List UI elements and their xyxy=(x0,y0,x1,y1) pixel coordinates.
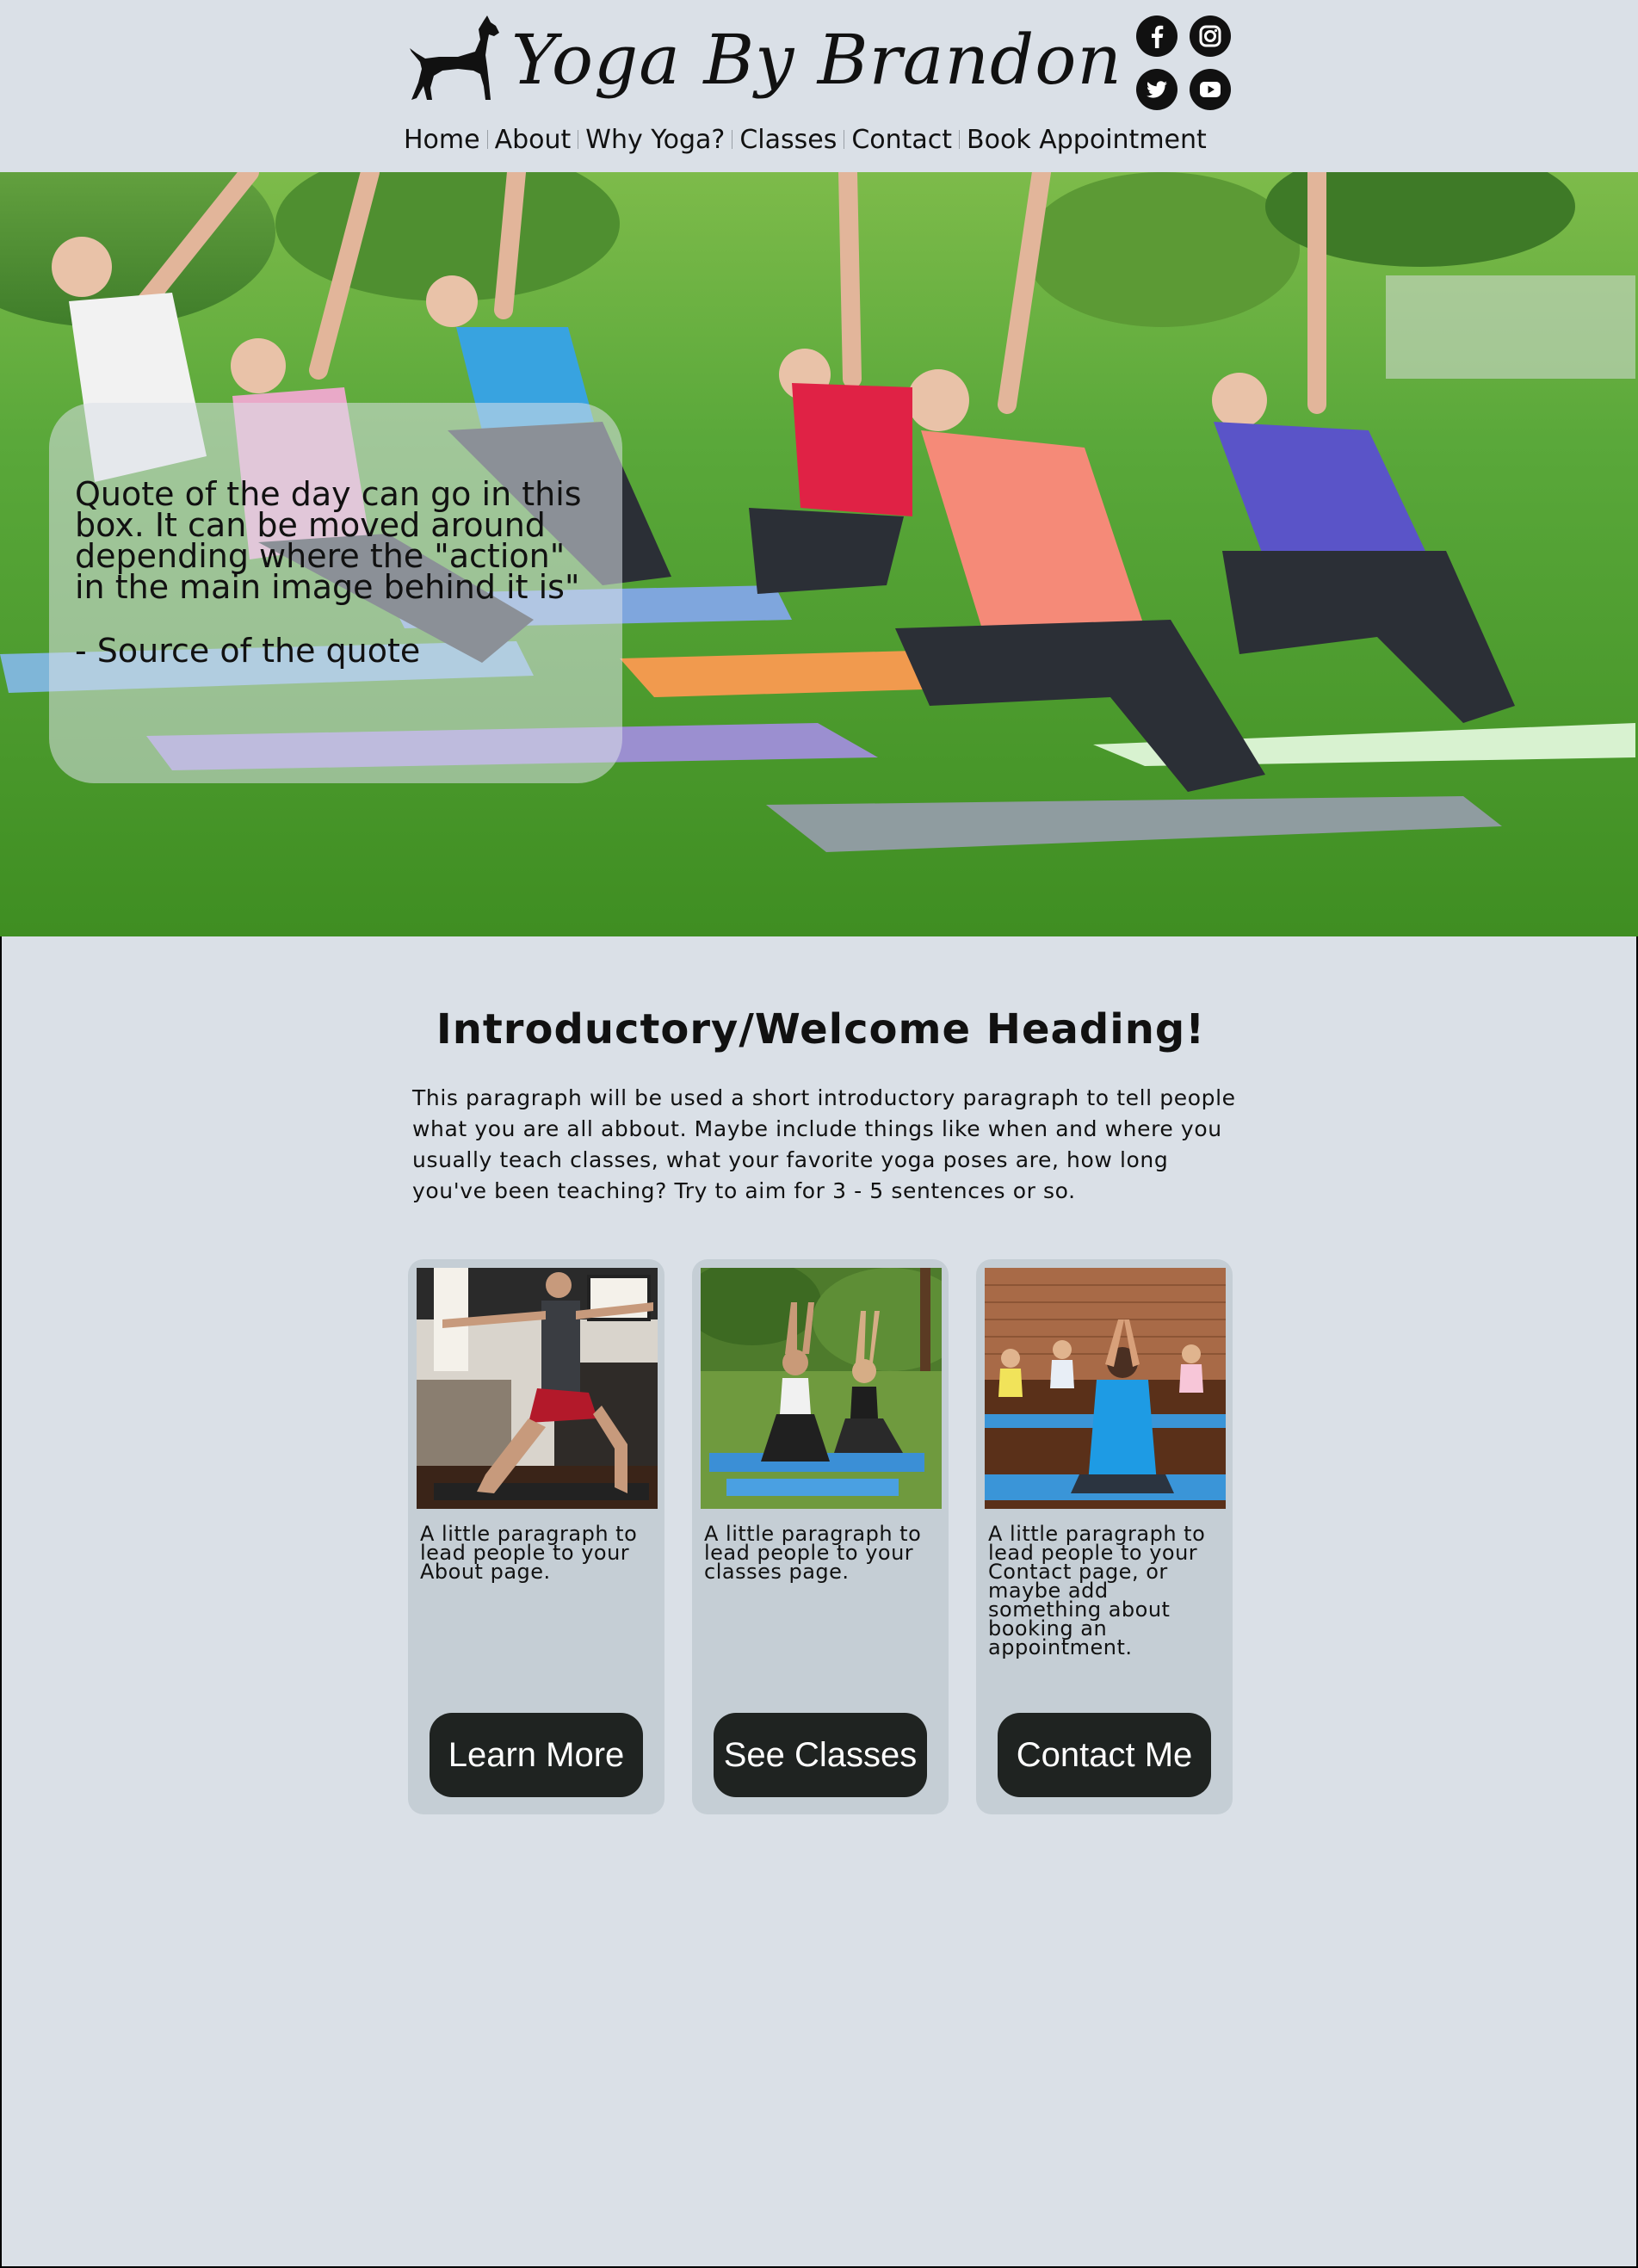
contact-card: A little paragraph to lead people to you… xyxy=(976,1259,1233,1814)
youtube-icon[interactable] xyxy=(1190,69,1231,110)
social-links xyxy=(1136,15,1233,112)
nav-divider xyxy=(486,130,488,149)
card-image-park-yoga xyxy=(701,1268,942,1509)
quote-text: Quote of the day can go in this box. It … xyxy=(75,475,582,606)
contact-me-button[interactable]: Contact Me xyxy=(998,1713,1211,1797)
quote-box: Quote of the day can go in this box. It … xyxy=(49,403,622,783)
about-card: A little paragraph to lead people to you… xyxy=(408,1259,664,1814)
instagram-icon[interactable] xyxy=(1190,15,1231,57)
site-header: Yoga By Brandon Home About Why Yoga? Cla… xyxy=(0,0,1638,172)
card-text: A little paragraph to lead people to you… xyxy=(420,1522,638,1584)
main-nav: Home About Why Yoga? Classes Contact Boo… xyxy=(404,122,1207,157)
card-image-kids-class xyxy=(985,1268,1226,1509)
site-logo[interactable]: Yoga By Brandon xyxy=(405,12,1122,107)
logo-text: Yoga By Brandon xyxy=(511,20,1122,100)
quote-source: - Source of the quote xyxy=(75,632,421,670)
facebook-icon[interactable] xyxy=(1136,15,1178,57)
nav-about[interactable]: About xyxy=(495,125,572,155)
dog-logo-icon xyxy=(410,15,499,100)
nav-contact[interactable]: Contact xyxy=(851,125,952,155)
card-text: A little paragraph to lead people to you… xyxy=(704,1522,922,1584)
nav-classes[interactable]: Classes xyxy=(739,125,837,155)
nav-book-appointment[interactable]: Book Appointment xyxy=(967,125,1207,155)
learn-more-button[interactable]: Learn More xyxy=(430,1713,643,1797)
nav-home[interactable]: Home xyxy=(404,125,480,155)
card-text: A little paragraph to lead people to you… xyxy=(988,1522,1206,1659)
intro-heading: Introductory/Welcome Heading! xyxy=(436,1005,1206,1054)
main-content: Introductory/Welcome Heading! This parag… xyxy=(0,936,1638,2268)
card-image-warrior-pose xyxy=(417,1268,658,1509)
see-classes-button[interactable]: See Classes xyxy=(714,1713,927,1797)
hero-banner: Quote of the day can go in this box. It … xyxy=(0,172,1638,936)
intro-paragraph: This paragraph will be used a short intr… xyxy=(412,1085,1236,1203)
twitter-icon[interactable] xyxy=(1136,69,1178,110)
classes-card: A little paragraph to lead people to you… xyxy=(692,1259,949,1814)
nav-divider xyxy=(959,130,961,149)
nav-why-yoga[interactable]: Why Yoga? xyxy=(585,125,725,155)
